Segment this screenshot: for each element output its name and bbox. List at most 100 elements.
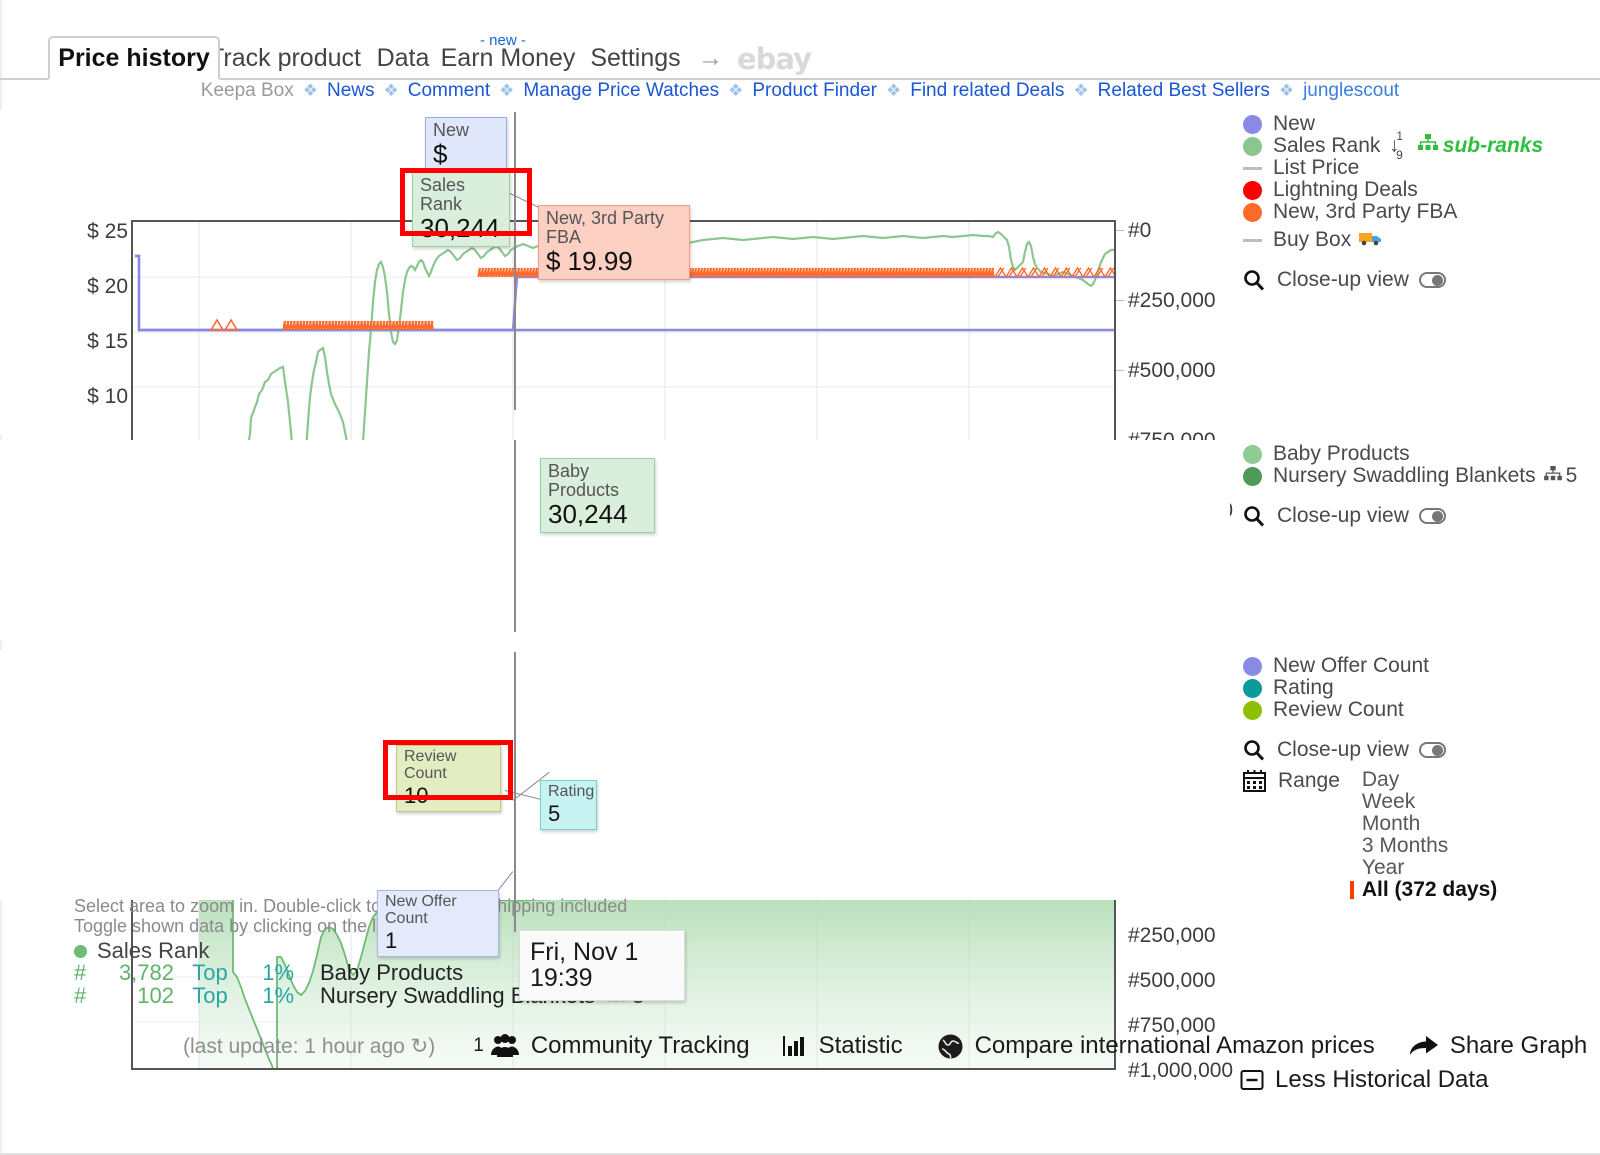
legend-item-nursery-swaddling[interactable]: Nursery Swaddling Blankets 5	[1243, 464, 1578, 488]
subnav-product-finder[interactable]: Product Finder	[752, 80, 877, 102]
tab-earn-money[interactable]: Earn Money	[438, 36, 578, 80]
crosshair-vertical-line-2	[514, 440, 516, 632]
tab-price-history[interactable]: Price history	[48, 36, 220, 80]
legend-spacer-2	[1243, 487, 1577, 503]
legend-item-buy-box[interactable]: Buy Box	[1243, 228, 1543, 252]
tooltip-fba-price-label: New, 3rd Party FBA	[546, 208, 665, 247]
subnav-separator-icon: ❖	[1073, 81, 1089, 100]
y-axis-tick-25: $ 25	[87, 220, 128, 243]
tab-settings[interactable]: Settings	[583, 36, 688, 80]
share-arrow-icon	[1409, 1034, 1439, 1058]
tooltip-new-offer-count-value: 1	[385, 927, 398, 953]
subnav-find-related-deals[interactable]: Find related Deals	[910, 80, 1064, 102]
crosshair-extension	[514, 890, 516, 932]
globe-icon	[937, 1033, 964, 1060]
subnav-news[interactable]: News	[327, 80, 375, 102]
community-tracking-label: Community Tracking	[530, 1032, 750, 1059]
less-historical-data-label: Less Historical Data	[1275, 1066, 1489, 1093]
tab-data[interactable]: Data	[368, 36, 438, 80]
close-up-view-toggle-3[interactable]: Close-up view	[1243, 737, 1497, 763]
sub-ranks-link[interactable]: sub-ranks	[1443, 134, 1543, 158]
hover-date-tooltip: Fri, Nov 1 19:39	[519, 930, 685, 1001]
legend-new-offer-count-dot-icon	[1243, 656, 1262, 676]
legend-item-sales-rank[interactable]: Sales Rank ↓19 sub-ranks	[1243, 129, 1543, 163]
compare-international-prices-button[interactable]: Compare international Amazon prices	[937, 1032, 1375, 1060]
calendar-icon	[1243, 769, 1266, 792]
range-option-all[interactable]: All (372 days)	[1349, 879, 1497, 901]
range-label: Range	[1278, 769, 1340, 792]
close-up-view-switch-3[interactable]	[1418, 742, 1446, 758]
legend-item-new-offer-count[interactable]: New Offer Count	[1243, 654, 1497, 677]
legend-nursery-subrank-value: 5	[1565, 464, 1578, 487]
range-option-month[interactable]: Month	[1362, 813, 1497, 835]
sub-ranks-tree-icon[interactable]	[1417, 134, 1438, 158]
search-icon	[1243, 739, 1265, 761]
minus-box-icon	[1240, 1068, 1264, 1092]
community-people-icon	[490, 1034, 520, 1058]
statistic-button[interactable]: Statistic	[782, 1032, 903, 1060]
legend-item-fba[interactable]: New, 3rd Party FBA	[1243, 200, 1543, 223]
nursery-subrank-tree-icon	[1543, 464, 1562, 488]
y-axis-tick-20: $ 20	[87, 275, 128, 298]
close-up-view-label-1: Close-up view	[1277, 268, 1409, 291]
legend-item-baby-products[interactable]: Baby Products	[1243, 442, 1577, 465]
legend-sales-rank-dot-icon	[1243, 136, 1262, 156]
crosshair-vertical-line-3	[514, 652, 516, 890]
tooltip-sales-rank: Sales Rank 30,244	[412, 172, 510, 248]
tooltip-new-price-label: New	[433, 120, 470, 140]
legend-new-offer-count-label: New Offer Count	[1273, 654, 1430, 677]
legend-baby-products-dot-icon	[1243, 444, 1262, 464]
y2-axis-tick-0: #0	[1128, 219, 1152, 242]
range-option-week[interactable]: Week	[1362, 791, 1497, 813]
subnav-separator-icon: ❖	[885, 81, 902, 100]
range-option-3-months[interactable]: 3 Months	[1362, 835, 1497, 857]
close-up-view-toggle-2[interactable]: Close-up view	[1243, 503, 1577, 529]
legend-buy-box-label: Buy Box	[1273, 228, 1352, 251]
legend-nursery-label: Nursery Swaddling Blankets	[1273, 464, 1536, 487]
subnav-separator-icon: ❖	[728, 81, 744, 100]
legend-item-lightning-deals[interactable]: Lightning Deals	[1243, 178, 1543, 201]
legend-fba-label: New, 3rd Party FBA	[1273, 200, 1458, 223]
tooltip-baby-products: Baby Products 30,244	[540, 458, 655, 534]
legend-item-rating[interactable]: Rating	[1243, 676, 1497, 699]
close-up-view-switch-2[interactable]	[1418, 508, 1446, 524]
delivery-truck-icon	[1359, 228, 1383, 252]
ebay-logo[interactable]: ebay	[737, 42, 812, 76]
tab-track-product[interactable]: Track product	[205, 36, 365, 80]
close-up-view-label-3: Close-up view	[1277, 738, 1409, 761]
legend-review-count-dot-icon	[1243, 700, 1262, 720]
close-up-view-switch-1[interactable]	[1418, 272, 1446, 288]
last-update-text: (last update: 1 hour ago ↻)	[183, 1034, 436, 1058]
subnav-keepa-box[interactable]: Keepa Box	[201, 80, 294, 102]
subnav-separator-icon: ❖	[499, 81, 515, 100]
y-axis-tick-15: $ 15	[87, 330, 128, 353]
legend-item-review-count[interactable]: Review Count	[1243, 698, 1497, 721]
tab-earn-money-label: Earn Money	[440, 43, 576, 72]
rank-percent-nursery: 1%	[262, 983, 294, 1008]
subnav-comment[interactable]: Comment	[408, 80, 490, 102]
tab-track-product-label: Track product	[209, 43, 361, 72]
close-up-view-toggle-1[interactable]: Close-up view	[1243, 267, 1543, 293]
subnav-separator-icon: ❖	[1278, 81, 1295, 100]
y2-tick-mark	[1116, 370, 1124, 371]
search-icon	[1243, 269, 1265, 291]
subnav-junglescout[interactable]: junglescout	[1303, 80, 1399, 102]
hover-date-value: Fri, Nov 1 19:39	[530, 938, 639, 993]
legend-list-price-label: List Price	[1273, 156, 1360, 179]
tooltip-review-count-label: Review Count	[404, 748, 457, 782]
subnav-related-best-sellers[interactable]: Related Best Sellers	[1098, 80, 1270, 102]
subnav-manage-price-watches[interactable]: Manage Price Watches	[523, 80, 719, 102]
less-historical-data-button[interactable]: Less Historical Data	[1240, 1066, 1488, 1094]
legend-nursery-dot-icon	[1243, 466, 1262, 486]
community-tracking-button[interactable]: 1 Community Tracking	[473, 1032, 749, 1060]
close-up-view-label-2: Close-up view	[1277, 504, 1409, 527]
legend-item-list-price[interactable]: List Price	[1243, 156, 1543, 179]
tooltip-fba-price-value: $ 19.99	[546, 245, 633, 276]
range-option-day[interactable]: Day	[1362, 769, 1497, 791]
share-graph-button[interactable]: Share Graph	[1409, 1032, 1587, 1060]
y2-axis-tick-500000: #500,000	[1128, 359, 1216, 382]
legend-spacer-3	[1243, 721, 1497, 737]
range-option-year[interactable]: Year	[1362, 857, 1497, 879]
subnav-separator-icon: ❖	[302, 81, 318, 100]
sort-rank-icon[interactable]: ↓19	[1389, 129, 1409, 163]
